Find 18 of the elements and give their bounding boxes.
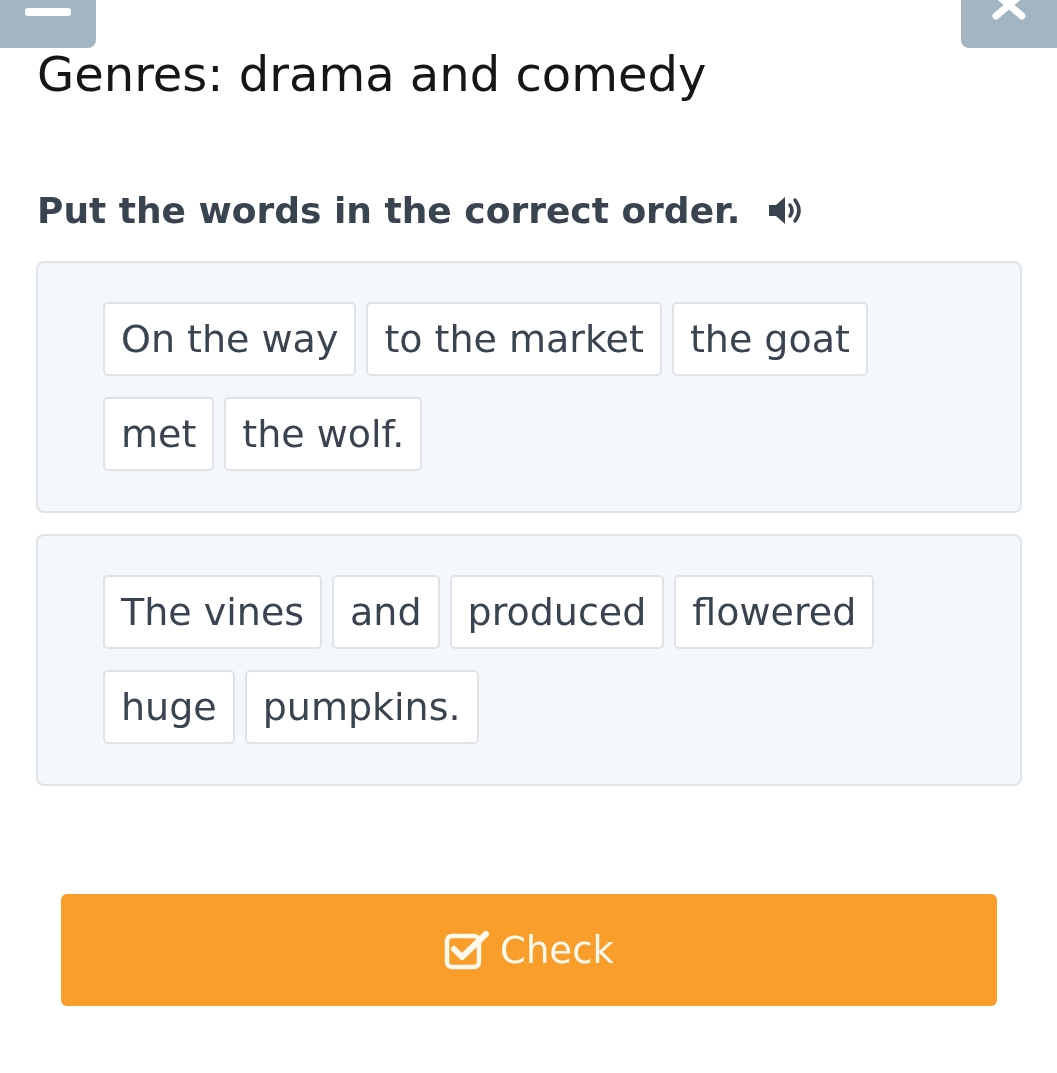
word-chip[interactable]: and [332, 575, 440, 649]
word-chip[interactable]: pumpkins. [244, 670, 479, 744]
word-chip[interactable]: huge [103, 670, 235, 744]
word-chip[interactable]: met [103, 397, 215, 471]
word-chip[interactable]: On the way [103, 302, 357, 376]
close-icon [990, 0, 1028, 20]
minus-icon [25, 8, 71, 16]
page-title: Genres: drama and comedy [37, 46, 707, 102]
word-chip[interactable]: produced [449, 575, 665, 649]
minimize-button[interactable] [0, 0, 96, 48]
close-button[interactable] [961, 0, 1057, 48]
word-chip[interactable]: The vines [103, 575, 323, 649]
word-chip[interactable]: to the market [366, 302, 662, 376]
instruction-text: Put the words in the correct order. [37, 189, 741, 233]
word-chip[interactable]: the goat [671, 302, 868, 376]
word-chip[interactable]: the wolf. [224, 397, 423, 471]
word-chip[interactable]: flowered [674, 575, 875, 649]
checkbox-tick-icon [444, 930, 491, 970]
